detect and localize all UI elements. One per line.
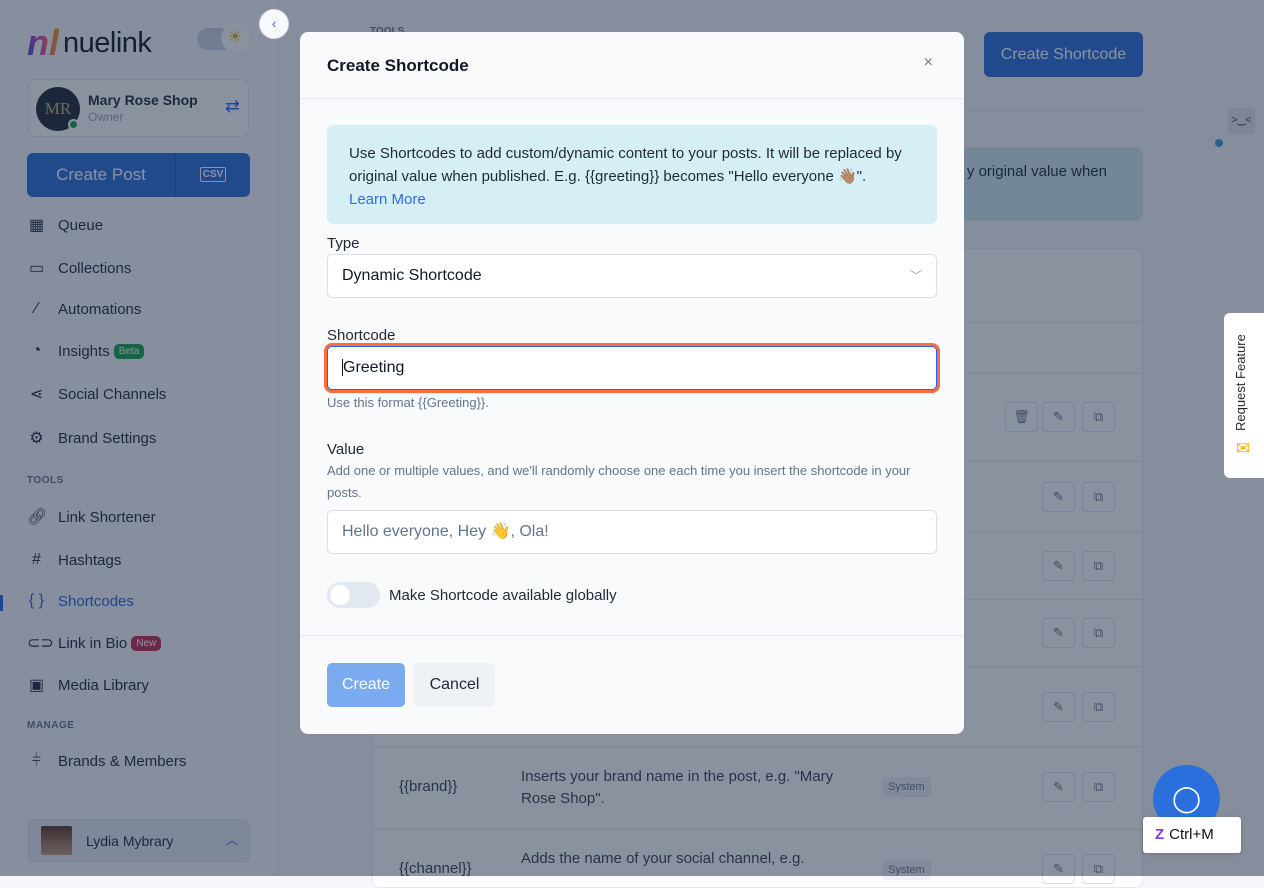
request-feature-tab[interactable]: Request Feature ✉	[1224, 313, 1264, 478]
collapse-sidebar-button[interactable]: ‹	[259, 9, 289, 39]
shortcode-hint: Use this format {{Greeting}}.	[327, 395, 489, 410]
divider	[300, 635, 964, 636]
shortcode-input[interactable]: Greeting	[327, 346, 937, 390]
shortcut-hint[interactable]: Z Ctrl+M	[1143, 817, 1241, 853]
close-icon[interactable]: ×	[924, 54, 933, 72]
value-label: Value	[327, 441, 365, 458]
value-hint: Add one or multiple values, and we'll ra…	[327, 463, 911, 500]
type-select[interactable]: Dynamic Shortcode ﹀	[327, 254, 937, 298]
learn-more-link[interactable]: Learn More	[349, 188, 915, 211]
create-button[interactable]: Create	[327, 663, 405, 707]
chat-bubble-icon: ◯	[1171, 783, 1202, 813]
global-toggle-label: Make Shortcode available globally	[389, 587, 617, 604]
cancel-button[interactable]: Cancel	[414, 663, 495, 707]
shortcode-info-box: Use Shortcodes to add custom/dynamic con…	[327, 125, 937, 224]
type-label: Type	[327, 235, 360, 252]
create-shortcode-modal: Create Shortcode × Use Shortcodes to add…	[300, 32, 964, 734]
global-toggle[interactable]	[327, 582, 380, 608]
z-logo-icon: Z	[1155, 826, 1165, 843]
envelope-icon: ✉	[1236, 439, 1251, 458]
modal-title: Create Shortcode	[327, 56, 469, 75]
chevron-down-icon: ﹀	[909, 269, 922, 283]
chevron-left-icon: ‹	[271, 16, 277, 31]
shortcode-label: Shortcode	[327, 327, 396, 344]
value-input[interactable]: Hello everyone, Hey 👋, Ola!	[327, 510, 937, 554]
